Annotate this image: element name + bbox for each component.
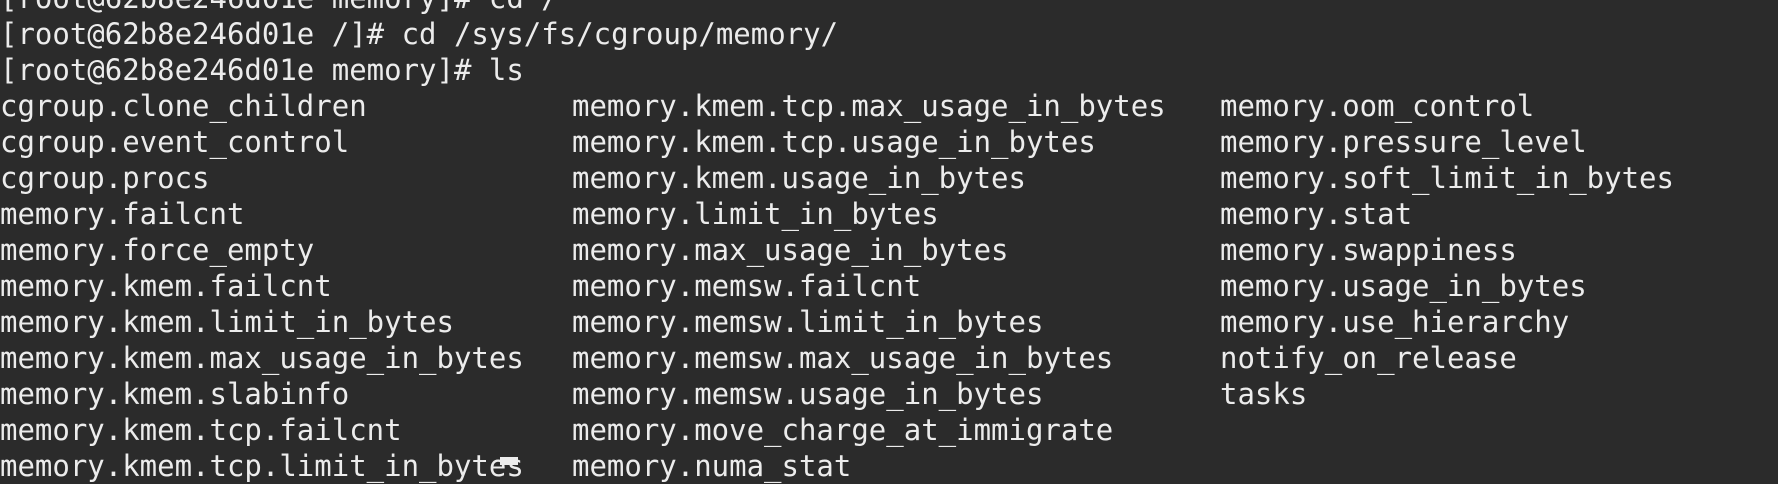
ls-entry: memory.kmem.max_usage_in_bytes: [0, 341, 524, 375]
ls-entry: memory.memsw.usage_in_bytes: [572, 377, 1044, 411]
ls-entry: memory.failcnt: [0, 197, 245, 231]
ls-entry: memory.usage_in_bytes: [1220, 269, 1587, 303]
ls-entry: memory.kmem.tcp.failcnt: [0, 413, 402, 447]
ls-entry: cgroup.procs: [0, 161, 210, 195]
ls-entry: memory.kmem.tcp.limit_in_bytes: [0, 449, 524, 483]
ls-entry: memory.numa_stat: [572, 449, 852, 483]
ls-entry: memory.swappiness: [1220, 233, 1517, 267]
terminal-line-cd-command: [root@62b8e246d01e /]# cd /sys/fs/cgroup…: [0, 17, 839, 51]
ls-entry: memory.kmem.tcp.max_usage_in_bytes: [572, 89, 1166, 123]
ls-entry: notify_on_release: [1220, 341, 1517, 375]
ls-entry: cgroup.clone_children: [0, 89, 367, 123]
ls-entry: memory.soft_limit_in_bytes: [1220, 161, 1674, 195]
terminal-line-ls-command: [root@62b8e246d01e memory]# ls: [0, 53, 524, 87]
ls-entry: memory.move_charge_at_immigrate: [572, 413, 1114, 447]
ls-entry: memory.oom_control: [1220, 89, 1535, 123]
ls-entry: memory.kmem.failcnt: [0, 269, 332, 303]
ls-entry: memory.limit_in_bytes: [572, 197, 939, 231]
ls-entry: memory.stat: [1220, 197, 1413, 231]
ls-entry: memory.kmem.limit_in_bytes: [0, 305, 454, 339]
ls-entry: memory.max_usage_in_bytes: [572, 233, 1009, 267]
ls-entry: tasks: [1220, 377, 1308, 411]
ls-entry: memory.memsw.max_usage_in_bytes: [572, 341, 1114, 375]
terminal-line-partial: [root@62b8e246d01e memory]# cd /: [0, 0, 559, 16]
ls-entry: memory.kmem.slabinfo: [0, 377, 350, 411]
ls-entry: memory.memsw.failcnt: [572, 269, 922, 303]
ls-entry: memory.memsw.limit_in_bytes: [572, 305, 1044, 339]
ls-entry: memory.use_hierarchy: [1220, 305, 1570, 339]
ls-entry: memory.force_empty: [0, 233, 315, 267]
text-cursor: [500, 457, 518, 465]
ls-entry: memory.kmem.usage_in_bytes: [572, 161, 1026, 195]
ls-entry: cgroup.event_control: [0, 125, 350, 159]
ls-entry: memory.kmem.tcp.usage_in_bytes: [572, 125, 1096, 159]
ls-entry: memory.pressure_level: [1220, 125, 1587, 159]
terminal-window[interactable]: [root@62b8e246d01e memory]# cd / [root@6…: [0, 0, 1778, 483]
